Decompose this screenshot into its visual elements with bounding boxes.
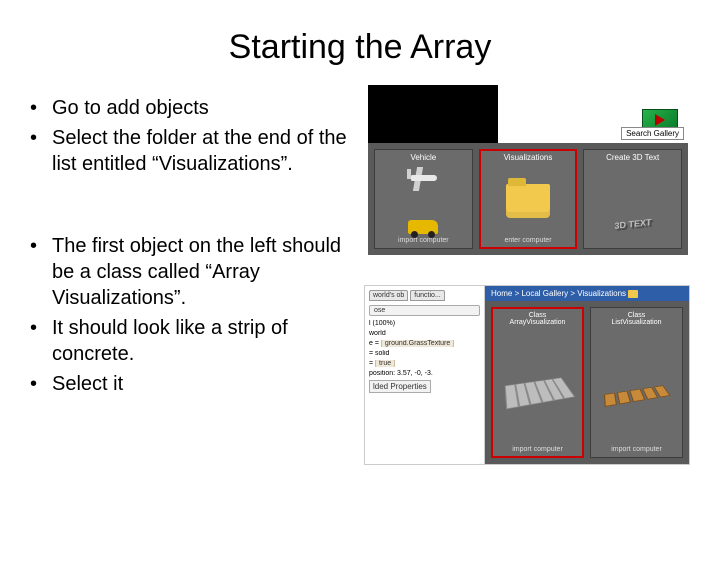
list-strip-icon	[603, 385, 669, 406]
card-sub: import computer	[611, 446, 662, 453]
property-row: e = ground.GrassTexture	[369, 340, 480, 347]
gallery-item-3dtext[interactable]: Create 3D Text 3D TEXT	[583, 149, 682, 249]
card-label-line1: Class	[510, 312, 566, 319]
folder-icon	[628, 290, 638, 298]
gallery-item-label: Vehicle	[410, 154, 436, 162]
properties-panel: world's ob functio... ose l (100%) world…	[365, 286, 485, 464]
breadcrumb[interactable]: Home > Local Gallery > Visualizations	[485, 286, 689, 301]
card-label-line2: ListVisualization	[611, 319, 661, 326]
tab-worlds[interactable]: world's ob	[369, 290, 408, 301]
gallery-panel: Home > Local Gallery > Visualizations Cl…	[485, 286, 689, 464]
property-row: l (100%)	[369, 320, 480, 327]
search-gallery-button[interactable]: Search Gallery	[621, 127, 684, 140]
gallery-row: Search Gallery Vehicle import computer V…	[368, 143, 688, 255]
bullet-item: It should look like a strip of concrete.	[28, 315, 368, 367]
content-row: Go to add objects Select the folder at t…	[0, 95, 720, 401]
bullet-item: Go to add objects	[28, 95, 368, 121]
car-icon	[408, 220, 438, 234]
right-column: Search Gallery Vehicle import computer V…	[368, 95, 692, 401]
gallery-cards: Class ArrayVisualization import computer…	[485, 301, 689, 464]
gallery-item-label: Create 3D Text	[606, 154, 659, 162]
card-label-line2: ArrayVisualization	[510, 319, 566, 326]
bullet-item: Select the folder at the end of the list…	[28, 125, 368, 177]
bullet-list-top: Go to add objects Select the folder at t…	[28, 95, 368, 177]
property-row: world	[369, 330, 480, 337]
screenshot-gallery-top: Search Gallery Vehicle import computer V…	[368, 85, 688, 255]
page-title: Starting the Array	[0, 28, 720, 67]
tab-row: world's ob functio...	[369, 290, 480, 301]
seldom-properties-button[interactable]: lded Properties	[369, 380, 431, 393]
card-array-visualization[interactable]: Class ArrayVisualization import computer	[491, 307, 584, 458]
property-row: = true	[369, 360, 480, 367]
bullet-item: The first object on the left should be a…	[28, 233, 368, 311]
gallery-item-visualizations[interactable]: Visualizations enter computer	[479, 149, 578, 249]
airplane-icon	[401, 163, 445, 193]
bullet-item: Select it	[28, 371, 368, 397]
left-column: Go to add objects Select the folder at t…	[28, 95, 368, 401]
array-strip-icon	[504, 378, 575, 410]
tab-functions[interactable]: functio...	[410, 290, 444, 301]
gallery-item-sub: import computer	[398, 237, 449, 244]
breadcrumb-text: Home > Local Gallery > Visualizations	[491, 289, 626, 298]
property-row: position: 3.57, -0, -3.	[369, 370, 480, 377]
card-sub: import computer	[512, 446, 563, 453]
gallery-item-sub: enter computer	[504, 237, 551, 244]
bullet-list-bottom: The first object on the left should be a…	[28, 233, 368, 397]
gallery-item-label: Visualizations	[504, 154, 553, 162]
folder-icon	[506, 184, 550, 218]
property-row: = solid	[369, 350, 480, 357]
gallery-item-vehicle[interactable]: Vehicle import computer	[374, 149, 473, 249]
viewport-black-region	[368, 85, 498, 143]
close-chip[interactable]: ose	[369, 305, 480, 316]
property-value[interactable]: ground.GrassTexture	[381, 340, 454, 347]
3d-text-icon: 3D TEXT	[608, 201, 658, 246]
card-label-line1: Class	[611, 312, 661, 319]
screenshot-properties-gallery: world's ob functio... ose l (100%) world…	[364, 285, 690, 465]
card-list-visualization[interactable]: Class ListVisualization import computer	[590, 307, 683, 458]
property-value[interactable]: true	[375, 360, 395, 367]
